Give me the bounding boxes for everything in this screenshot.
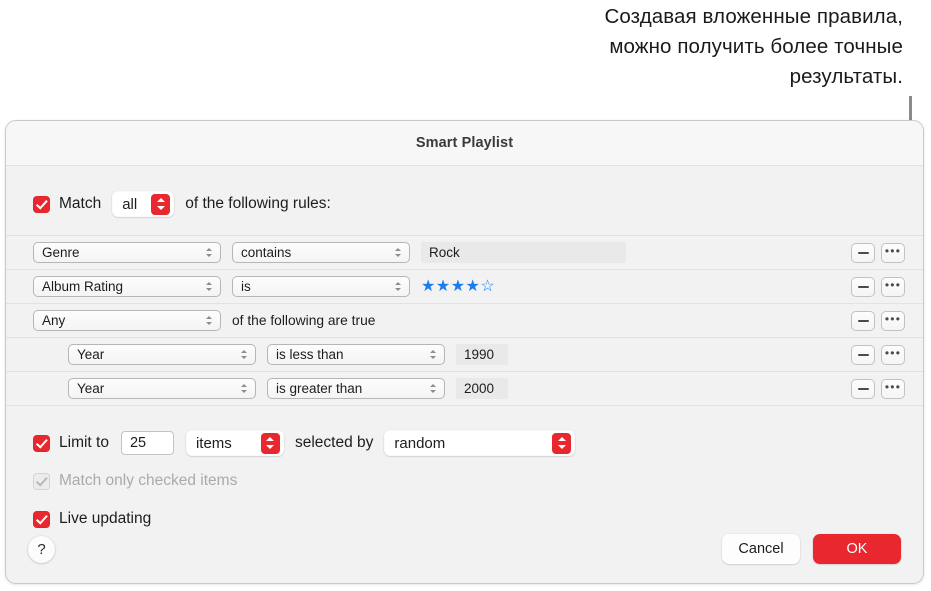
ok-button[interactable]: OK (813, 534, 901, 564)
chevron-updown-icon (240, 382, 249, 396)
group-trailing-label: of the following are true (232, 313, 376, 328)
match-only-checked-checkbox (33, 472, 50, 490)
rule-options-button[interactable]: ••• (881, 242, 905, 263)
star-rating-value[interactable]: ★★★★☆ (421, 278, 495, 295)
selected-by-label: selected by (294, 434, 374, 451)
callout-caption: Создавая вложенные правила, можно получи… (463, 2, 903, 92)
rule-operator-value: is (241, 279, 251, 294)
callout-line-1: Создавая вложенные правила, (604, 5, 903, 28)
rule-field-value: Album Rating (42, 279, 124, 294)
rule-field-select[interactable]: Year (68, 378, 256, 399)
rule-field-value: Year (77, 381, 105, 396)
rule-group-row: Any of the following are true ••• (6, 303, 923, 337)
group-condition-select[interactable]: Any (33, 310, 221, 331)
remove-rule-button[interactable] (851, 378, 875, 399)
limit-unit-value: items (195, 434, 232, 452)
rule-actions: ••• (851, 242, 905, 263)
rule-operator-select[interactable]: is (232, 276, 410, 297)
rule-actions: ••• (851, 310, 905, 331)
rules-list: Genre contains Rock ••• Album Rating is … (6, 235, 923, 406)
rule-operator-value: is less than (276, 347, 344, 362)
match-type-popup[interactable]: all (112, 191, 175, 217)
match-trailing-label: of the following rules: (185, 195, 331, 212)
dialog-title: Smart Playlist (415, 135, 514, 151)
help-button[interactable]: ? (28, 535, 55, 563)
limit-label: Limit to (59, 434, 109, 451)
rule-operator-select[interactable]: contains (232, 242, 410, 263)
rule-field-value: Genre (42, 245, 80, 260)
chevron-updown-icon (429, 348, 438, 362)
rule-value-input[interactable]: 1990 (456, 344, 508, 365)
rule-field-select[interactable]: Year (68, 344, 256, 365)
rule-row: Album Rating is ★★★★☆ ••• (6, 269, 923, 303)
selected-by-popup[interactable]: random (384, 430, 576, 456)
rule-value-input[interactable]: Rock (421, 242, 626, 263)
cancel-button[interactable]: Cancel (722, 534, 800, 564)
chevron-updown-icon (205, 246, 214, 260)
rule-options-button[interactable]: ••• (881, 378, 905, 399)
remove-rule-button[interactable] (851, 242, 875, 263)
rule-operator-select[interactable]: is less than (267, 344, 445, 365)
rule-field-select[interactable]: Album Rating (33, 276, 221, 297)
callout-line-2: можно получить более точные (609, 35, 903, 58)
remove-rule-button[interactable] (851, 276, 875, 297)
rule-operator-value: contains (241, 245, 292, 260)
rule-field-select[interactable]: Genre (33, 242, 221, 263)
match-label: Match (59, 195, 102, 212)
limit-checkbox[interactable] (33, 434, 50, 452)
rule-options-button[interactable]: ••• (881, 344, 905, 365)
match-row: Match all of the following rules: (6, 166, 923, 220)
chevron-updown-icon (205, 314, 214, 328)
match-checkbox[interactable] (33, 195, 50, 213)
match-only-checked-row: Match only checked items (33, 466, 923, 496)
chevron-updown-icon[interactable] (151, 193, 171, 215)
callout-line-3: результаты. (789, 65, 903, 88)
limit-row: Limit to 25 items selected by random (33, 428, 923, 458)
match-only-checked-label: Match only checked items (59, 472, 238, 489)
limit-amount-input[interactable]: 25 (120, 431, 174, 455)
rule-options-button[interactable]: ••• (881, 276, 905, 297)
rule-options-button[interactable]: ••• (881, 310, 905, 331)
rule-actions: ••• (851, 344, 905, 365)
match-type-value: all (122, 195, 138, 213)
limit-unit-popup[interactable]: items (185, 430, 284, 456)
rule-actions: ••• (851, 378, 905, 399)
chevron-updown-icon[interactable] (260, 432, 280, 454)
rule-actions: ••• (851, 276, 905, 297)
group-condition-value: Any (42, 313, 66, 328)
remove-rule-button[interactable] (851, 310, 875, 331)
chevron-updown-icon (240, 348, 249, 362)
rule-operator-value: is greater than (276, 381, 363, 396)
dialog-body: Match all of the following rules: Genre … (6, 166, 923, 583)
dialog-titlebar: Smart Playlist (6, 121, 923, 166)
selected-by-value: random (394, 434, 446, 452)
chevron-updown-icon (429, 382, 438, 396)
rule-row-nested: Year is greater than 2000 ••• (6, 371, 923, 406)
rule-operator-select[interactable]: is greater than (267, 378, 445, 399)
rule-row: Genre contains Rock ••• (6, 235, 923, 269)
chevron-updown-icon (394, 280, 403, 294)
chevron-updown-icon[interactable] (552, 432, 572, 454)
remove-rule-button[interactable] (851, 344, 875, 365)
rule-row-nested: Year is less than 1990 ••• (6, 337, 923, 371)
dialog-footer: ? Cancel OK (6, 513, 923, 583)
chevron-updown-icon (205, 280, 214, 294)
smart-playlist-dialog: Smart Playlist Match all of the followin… (5, 120, 924, 584)
rule-field-value: Year (77, 347, 105, 362)
rule-value-input[interactable]: 2000 (456, 378, 508, 399)
chevron-updown-icon (394, 246, 403, 260)
